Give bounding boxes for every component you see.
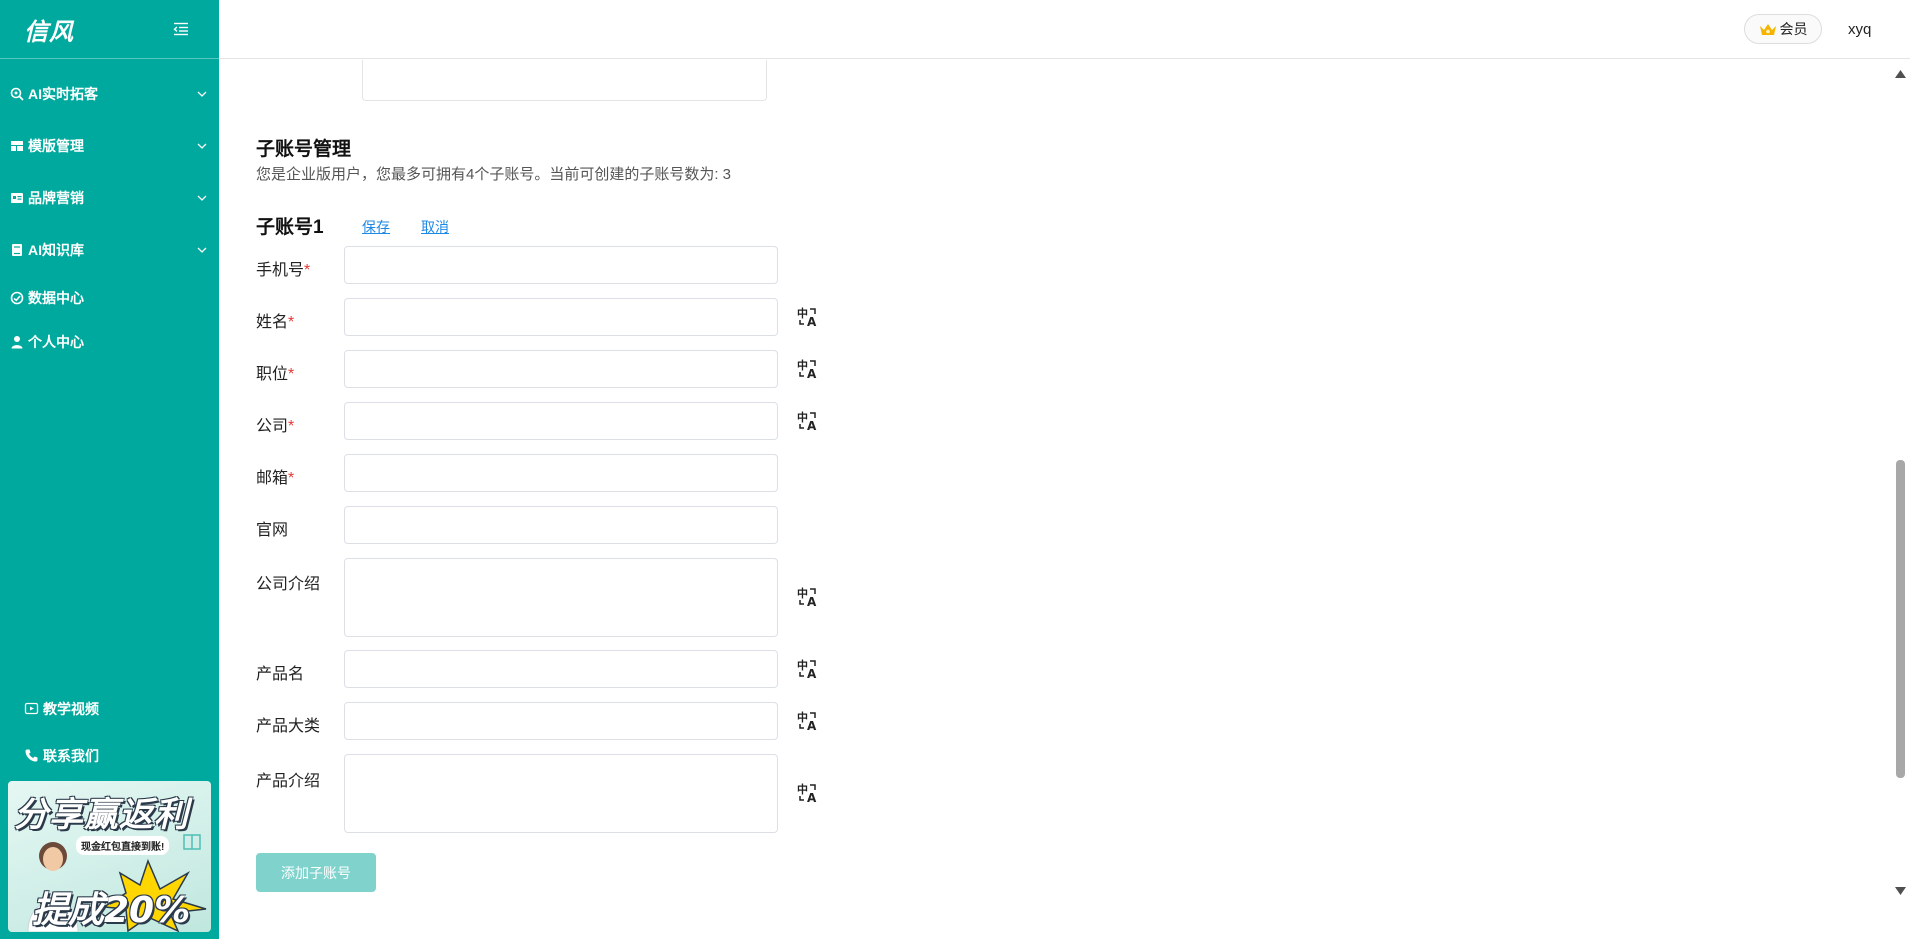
translate-icon[interactable]: 中A [797,410,819,432]
translate-icon[interactable]: 中A [797,710,819,732]
referral-promo-banner[interactable]: 分享赢返利 现金红包直接到账! 提成20% [8,781,211,932]
translate-icon[interactable]: 中A [797,358,819,380]
translate-icon[interactable]: 中A [797,306,819,328]
member-label: 会员 [1779,21,1808,37]
translate-icon[interactable]: 中A [797,782,819,804]
svg-text:A: A [807,791,817,804]
section-description: 您是企业版用户，您最多可拥有4个子账号。当前可创建的子账号数为: 3 [256,166,732,183]
sidebar-item-templates[interactable]: 模版管理 [0,120,219,172]
crown-icon [1759,23,1776,35]
website-field[interactable] [344,506,778,544]
chevron-down-icon [197,247,207,253]
video-icon [24,701,39,716]
sidebar-item-data-center[interactable]: 数据中心 [0,276,219,320]
product-name-field[interactable] [344,650,778,688]
sidebar-item-brand-marketing[interactable]: 品牌营销 [0,172,219,224]
section-title: 子账号管理 [256,139,352,160]
field-label-product-category: 产品大类 [256,718,321,735]
sidebar-item-knowledge-base[interactable]: AI知识库 [0,224,219,276]
field-label-company: 公司* [256,418,295,435]
contact-us-label: 联系我们 [43,747,99,764]
promo-commission-rate: 提成20% [32,890,191,931]
svg-text:A: A [807,315,817,328]
chevron-down-icon [197,143,207,149]
name-field[interactable] [344,298,778,336]
check-circle-icon [10,291,24,305]
sidebar-item-label: AI知识库 [28,242,84,258]
save-button[interactable]: 保存 [362,217,390,237]
username[interactable]: xyq [1848,21,1871,38]
sidebar-item-label: AI实时拓客 [28,86,98,102]
sidebar-item-label: 数据中心 [28,290,84,306]
field-label-phone: 手机号* [256,262,311,279]
user-icon [10,335,24,349]
main-content: 子账号管理 您是企业版用户，您最多可拥有4个子账号。当前可创建的子账号数为: 3… [219,60,1889,939]
translate-icon[interactable]: 中A [797,658,819,680]
company-intro-field[interactable] [344,558,778,637]
product-intro-field[interactable] [344,754,778,833]
sidebar-item-personal-center[interactable]: 个人中心 [0,320,219,364]
sidebar-item-label: 品牌营销 [28,190,84,206]
svg-text:A: A [807,419,817,432]
field-label-product-name: 产品名 [256,666,305,683]
chevron-down-icon [197,91,207,97]
field-label-website: 官网 [256,522,289,539]
email-field[interactable] [344,454,778,492]
field-label-product-intro: 产品介绍 [256,773,321,790]
previous-section-box [362,60,767,101]
sidebar-bottom-links: 教学视频 联系我们 [0,685,219,779]
cancel-button[interactable]: 取消 [421,217,449,237]
translate-icon[interactable]: 中A [797,586,819,608]
promo-title: 分享赢返利 [14,795,189,835]
company-field[interactable] [344,402,778,440]
field-label-company-intro: 公司介绍 [256,576,321,593]
collapse-menu-icon[interactable] [173,22,189,36]
phone-icon [24,748,39,763]
scroll-up-arrow-icon[interactable] [1895,70,1906,78]
position-field[interactable] [344,350,778,388]
svg-text:A: A [807,667,817,680]
logo-bar: 信风 [0,0,219,59]
chevron-down-icon [197,195,207,201]
phone-field[interactable] [344,246,778,284]
field-label-position: 职位* [256,366,295,383]
layout-icon [10,139,24,153]
sidebar: 信风 AI实时拓客 模版管理 品牌营销 AI知识库 数据中心 个人中心 教学视频… [0,0,219,939]
field-label-email: 邮箱* [256,470,295,487]
member-button[interactable]: 会员 [1744,14,1822,44]
sub-account-title: 子账号1 [256,217,324,238]
tutorial-video-link[interactable]: 教学视频 [0,685,219,732]
sidebar-item-label: 个人中心 [28,334,84,350]
product-category-field[interactable] [344,702,778,740]
scroll-down-arrow-icon[interactable] [1895,887,1906,895]
book-icon [10,243,24,257]
tutorial-video-label: 教学视频 [43,700,99,717]
svg-text:A: A [807,367,817,380]
search-target-icon [10,87,24,101]
sidebar-menu: AI实时拓客 模版管理 品牌营销 AI知识库 数据中心 个人中心 [0,68,219,364]
id-card-icon [10,191,24,205]
contact-us-link[interactable]: 联系我们 [0,732,219,779]
svg-text:A: A [807,595,817,608]
promo-subtitle: 现金红包直接到账! [76,836,170,855]
top-header: 会员 xyq [219,0,1910,59]
sidebar-item-label: 模版管理 [28,138,84,154]
scrollbar-thumb[interactable] [1896,460,1905,778]
add-sub-account-button[interactable]: 添加子账号 [256,853,376,892]
vertical-scrollbar[interactable] [1891,60,1910,939]
field-label-name: 姓名* [256,314,295,331]
sidebar-item-ai-prospecting[interactable]: AI实时拓客 [0,68,219,120]
app-logo: 信风 [24,16,74,46]
svg-text:A: A [807,719,817,732]
